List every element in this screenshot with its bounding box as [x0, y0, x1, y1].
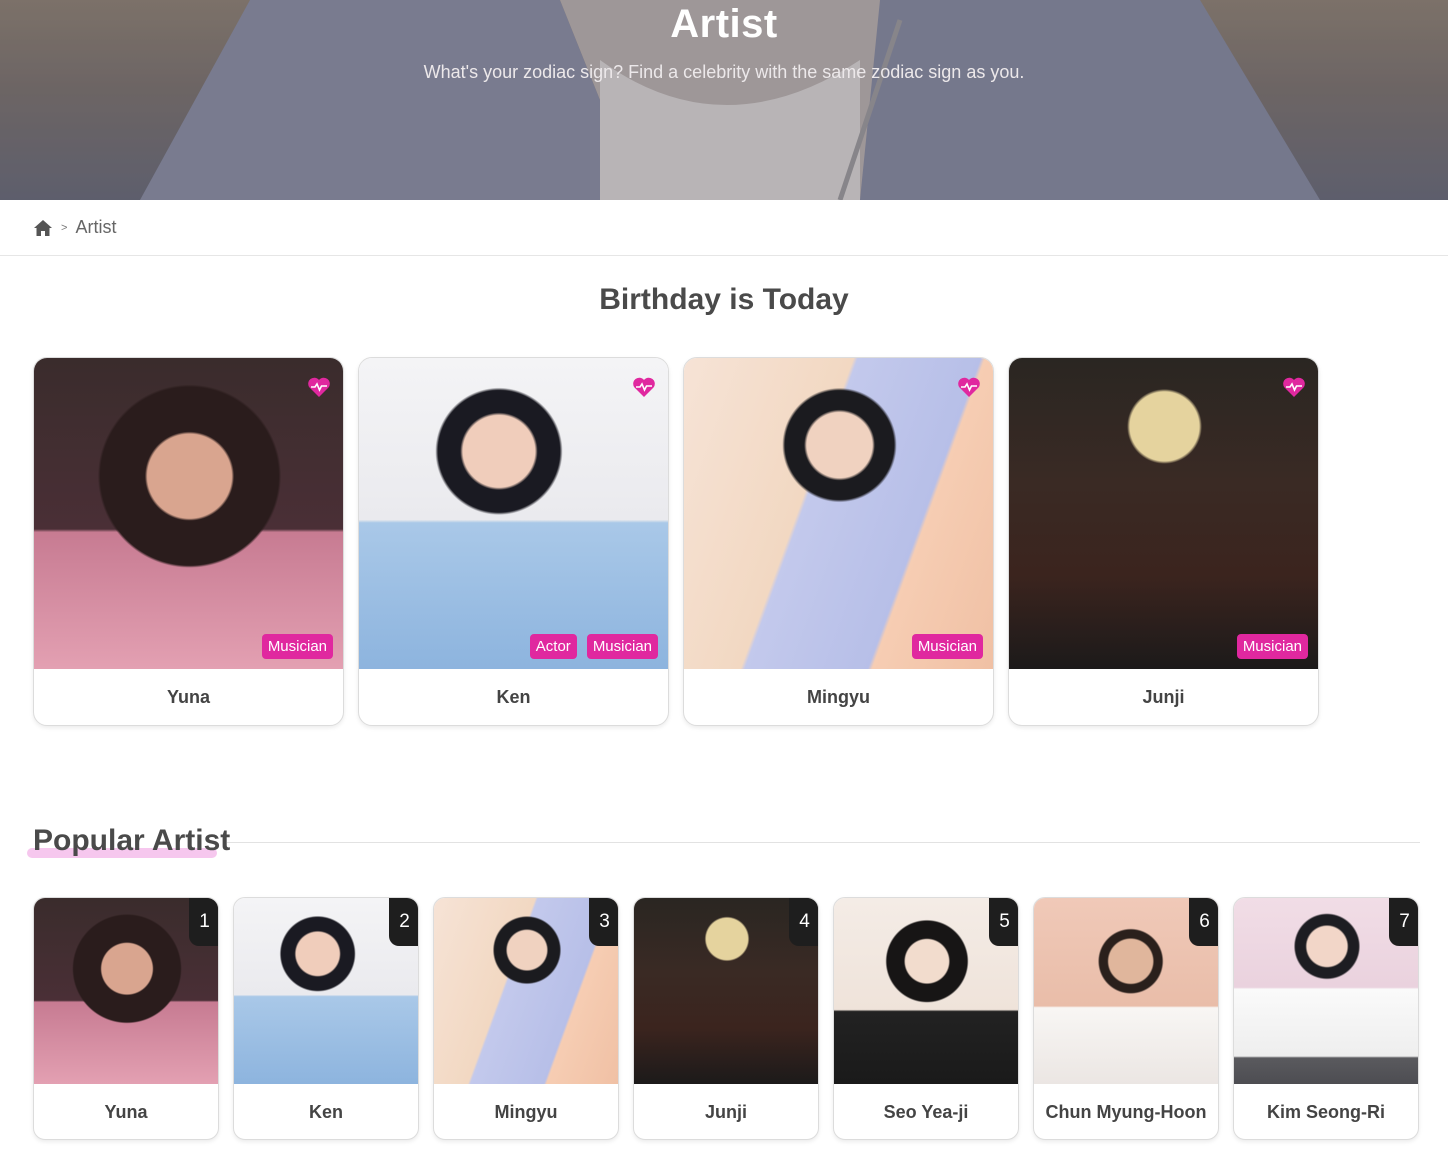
artist-photo: Actor Musician — [359, 358, 668, 669]
artist-name: Mingyu — [807, 687, 870, 707]
artist-name: Seo Yea-ji — [883, 1101, 969, 1122]
hero-banner: Artist What's your zodiac sign? Find a c… — [0, 0, 1448, 200]
artist-photo: 1 — [34, 898, 218, 1084]
heart-pulse-icon[interactable] — [1282, 376, 1306, 398]
heart-pulse-icon[interactable] — [632, 376, 656, 398]
heart-pulse-icon[interactable] — [307, 376, 331, 398]
tag-badge[interactable]: Musician — [586, 634, 658, 659]
popular-card[interactable]: 4 Junji — [633, 897, 819, 1140]
page-subtitle: What's your zodiac sign? Find a celebrit… — [423, 62, 1025, 82]
birthday-card[interactable]: Actor Musician Ken — [358, 357, 669, 726]
popular-card-list: 1 Yuna 2 Ken 3 Mingyu 4 Junji 5 Seo Yea-… — [33, 897, 1419, 1140]
artist-name: Kim Seong-Ri — [1266, 1101, 1385, 1122]
tag-badge[interactable]: Musician — [261, 634, 333, 659]
tag-list: Musician — [1236, 634, 1308, 659]
artist-photo: 6 — [1034, 898, 1218, 1084]
artist-photo: 7 — [1234, 898, 1418, 1084]
page-title: Artist — [670, 2, 778, 46]
artist-photo: 3 — [434, 898, 618, 1084]
artist-name: Junji — [704, 1101, 747, 1122]
popular-card[interactable]: 5 Seo Yea-ji — [833, 897, 1019, 1140]
tag-badge[interactable]: Actor — [529, 634, 577, 659]
artist-name: Yuna — [104, 1101, 148, 1122]
tag-badge[interactable]: Musician — [1236, 634, 1308, 659]
birthday-card[interactable]: Musician Junji — [1008, 357, 1319, 726]
heart-pulse-icon[interactable] — [957, 376, 981, 398]
divider — [227, 842, 1420, 843]
rank-badge: 5 — [989, 898, 1018, 946]
artist-name: Yuna — [166, 687, 210, 707]
artist-photo: 2 — [234, 898, 418, 1084]
home-icon[interactable] — [33, 219, 53, 237]
birthday-section-title: Birthday is Today — [599, 283, 849, 316]
birthday-card[interactable]: Musician Mingyu — [683, 357, 994, 726]
rank-badge: 3 — [589, 898, 618, 946]
popular-section-title: Popular Artist — [33, 824, 231, 857]
breadcrumb-separator: > — [61, 221, 68, 234]
birthday-card-list: Musician Yuna Actor Musician Ken Musicia… — [33, 357, 1319, 726]
rank-badge: 2 — [389, 898, 418, 946]
rank-badge: 4 — [789, 898, 818, 946]
artist-photo: Musician — [684, 358, 993, 669]
artist-photo: Musician — [1009, 358, 1318, 669]
popular-card[interactable]: 7 Kim Seong-Ri — [1233, 897, 1419, 1140]
rank-badge: 1 — [189, 898, 218, 946]
tag-list: Musician — [911, 634, 983, 659]
popular-card[interactable]: 6 Chun Myung-Hoon — [1033, 897, 1219, 1140]
breadcrumb: > Artist — [0, 200, 1448, 256]
breadcrumb-current[interactable]: Artist — [75, 217, 116, 238]
artist-name: Ken — [308, 1101, 343, 1122]
artist-name: Junji — [1142, 687, 1185, 707]
birthday-card[interactable]: Musician Yuna — [33, 357, 344, 726]
artist-photo: 4 — [634, 898, 818, 1084]
artist-name: Mingyu — [494, 1101, 558, 1122]
popular-card[interactable]: 3 Mingyu — [433, 897, 619, 1140]
rank-badge: 7 — [1389, 898, 1418, 946]
rank-badge: 6 — [1189, 898, 1218, 946]
popular-card[interactable]: 1 Yuna — [33, 897, 219, 1140]
artist-name: Chun Myung-Hoon — [1045, 1101, 1207, 1122]
artist-photo: Musician — [34, 358, 343, 669]
tag-badge[interactable]: Musician — [911, 634, 983, 659]
popular-section-header: Popular Artist — [27, 824, 1420, 864]
tag-list: Actor Musician — [529, 634, 658, 659]
artist-photo: 5 — [834, 898, 1018, 1084]
popular-card[interactable]: 2 Ken — [233, 897, 419, 1140]
artist-name: Ken — [496, 687, 531, 707]
tag-list: Musician — [261, 634, 333, 659]
